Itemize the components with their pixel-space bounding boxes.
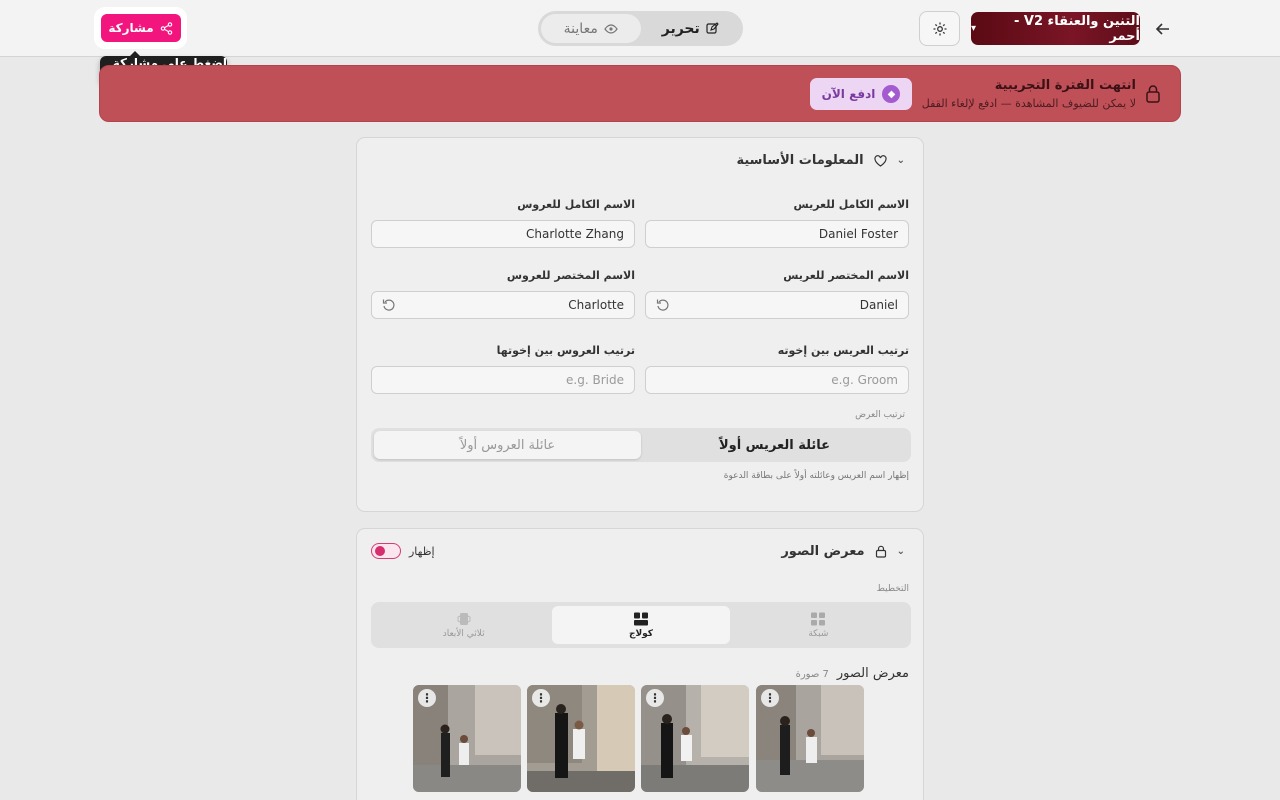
trial-expired-banner: انتهت الفترة التجريبية لا يمكن للضيوف ال…: [99, 65, 1181, 122]
lock-icon: [875, 545, 886, 558]
edit-icon: [706, 22, 719, 34]
gallery-visibility: إظهار: [371, 543, 435, 559]
gallery-heading-title: معرض الصور: [836, 666, 909, 681]
top-header: التنين والعنقاء V2 - أحمر ▾ تحرير معاينة…: [0, 0, 1280, 57]
photo-menu-button[interactable]: ⋮: [532, 689, 550, 707]
reset-icon[interactable]: [382, 298, 396, 312]
gallery-visibility-toggle[interactable]: [371, 543, 401, 559]
layout-3d-option[interactable]: ثلاثي الأبعاد: [375, 606, 552, 644]
groom-short-name-value: Daniel: [859, 298, 898, 312]
mode-preview-tab[interactable]: معاينة: [541, 14, 641, 43]
bride-order-label: ترتيب العروس بين إخوتها: [496, 344, 635, 357]
bride-short-name-value: Charlotte: [568, 298, 624, 312]
basic-info-card: ⌄ المعلومات الأساسية الاسم الكامل للعريس…: [356, 137, 924, 512]
gallery-photo[interactable]: ⋮: [641, 685, 749, 792]
grid-icon: [811, 612, 826, 625]
mode-edit-tab[interactable]: تحرير: [641, 14, 741, 43]
groom-short-name-input[interactable]: Daniel: [645, 291, 909, 319]
share-label: مشاركة: [108, 21, 154, 35]
bride-first-option[interactable]: عائلة العروس أولاً: [374, 431, 641, 459]
display-order-label: ترتيب العرض: [855, 410, 905, 420]
pay-now-button[interactable]: ◆ ادفع الآن: [810, 78, 912, 110]
basic-info-header[interactable]: ⌄ المعلومات الأساسية: [736, 153, 905, 168]
layout-collage-label: كولاج: [628, 628, 654, 639]
share-highlight: مشاركة: [96, 9, 185, 47]
template-name: التنين والعنقاء V2 - أحمر: [1014, 13, 1140, 44]
diamond-icon: ◆: [882, 85, 901, 103]
display-order-switch: عائلة العريس أولاً عائلة العروس أولاً: [371, 428, 911, 462]
template-selector[interactable]: التنين والعنقاء V2 - أحمر ▾: [971, 12, 1140, 45]
trial-subtitle: لا يمكن للضيوف المشاهدة — ادفع لإلغاء ال…: [921, 97, 1136, 110]
bride-full-name-input[interactable]: Charlotte Zhang: [371, 220, 635, 248]
bride-full-name-field: الاسم الكامل للعروس Charlotte Zhang: [371, 198, 635, 248]
photo-menu-button[interactable]: ⋮: [761, 689, 779, 707]
mode-preview-label: معاينة: [563, 20, 598, 37]
bride-short-name-input[interactable]: Charlotte: [371, 291, 635, 319]
back-button[interactable]: [1150, 16, 1176, 42]
share-icon: [160, 21, 172, 35]
mode-edit-label: تحرير: [661, 20, 700, 37]
gallery-photo[interactable]: ⋮: [756, 685, 864, 792]
layout-grid-option[interactable]: شبكة: [730, 606, 907, 644]
groom-order-input[interactable]: e.g. Groom: [645, 366, 909, 394]
heart-icon: [874, 154, 887, 167]
layout-grid-label: شبكة: [808, 628, 829, 639]
gallery-card: ⌄ معرض الصور إظهار التخطيط شبكة كولاج ثل…: [356, 528, 924, 800]
photo-menu-button[interactable]: ⋮: [646, 689, 664, 707]
bride-short-name-field: الاسم المختصر للعروس Charlotte: [371, 269, 635, 319]
groom-full-name-input[interactable]: Daniel Foster: [645, 220, 909, 248]
pay-now-label: ادفع الآن: [821, 87, 876, 101]
toggle-knob: [375, 546, 385, 556]
gallery-photo[interactable]: ⋮: [527, 685, 635, 792]
chevron-down-icon: ▾: [971, 23, 977, 34]
layout-collage-option[interactable]: كولاج: [552, 606, 730, 644]
photo-menu-button[interactable]: ⋮: [418, 689, 436, 707]
groom-short-name-label: الاسم المختصر للعريس: [783, 269, 909, 282]
basic-info-title: المعلومات الأساسية: [736, 153, 864, 168]
bride-order-input[interactable]: e.g. Bride: [371, 366, 635, 394]
layout-switch: شبكة كولاج ثلاثي الأبعاد: [371, 602, 911, 648]
mode-switch: تحرير معاينة: [538, 11, 743, 46]
bride-short-name-label: الاسم المختصر للعروس: [506, 269, 635, 282]
groom-order-label: ترتيب العريس بين إخوته: [777, 344, 909, 357]
gallery-title: معرض الصور: [781, 544, 865, 559]
photo-count: 7 صورة: [795, 669, 829, 680]
chevron-down-icon: ⌄: [896, 155, 905, 166]
eye-icon: [604, 23, 618, 34]
bride-full-name-label: الاسم الكامل للعروس: [517, 198, 635, 211]
arrow-left-icon: [1155, 23, 1169, 35]
trial-title: انتهت الفترة التجريبية: [994, 78, 1136, 93]
layout-3d-label: ثلاثي الأبعاد: [442, 628, 485, 639]
bride-order-field: ترتيب العروس بين إخوتها e.g. Bride: [371, 344, 635, 394]
layout-label: التخطيط: [876, 584, 909, 594]
settings-button[interactable]: [919, 11, 960, 46]
groom-order-field: ترتيب العريس بين إخوته e.g. Groom: [645, 344, 909, 394]
groom-full-name-field: الاسم الكامل للعريس Daniel Foster: [645, 198, 909, 248]
lock-icon: [1144, 84, 1162, 104]
groom-first-option[interactable]: عائلة العريس أولاً: [641, 431, 908, 459]
gallery-show-label: إظهار: [409, 544, 435, 558]
display-order-hint: إظهار اسم العريس وعائلته أولاً على بطاقة…: [723, 471, 909, 481]
gear-icon: [933, 22, 946, 35]
chevron-down-icon: ⌄: [896, 546, 905, 557]
gallery-photo[interactable]: ⋮: [413, 685, 521, 792]
gallery-heading: معرض الصور 7 صورة: [796, 666, 909, 681]
gallery-header[interactable]: ⌄ معرض الصور: [781, 544, 905, 559]
3d-icon: [457, 612, 471, 625]
reset-icon[interactable]: [656, 298, 670, 312]
collage-icon: [634, 612, 649, 625]
groom-full-name-label: الاسم الكامل للعريس: [793, 198, 909, 211]
share-button[interactable]: مشاركة: [100, 14, 181, 42]
groom-short-name-field: الاسم المختصر للعريس Daniel: [645, 269, 909, 319]
